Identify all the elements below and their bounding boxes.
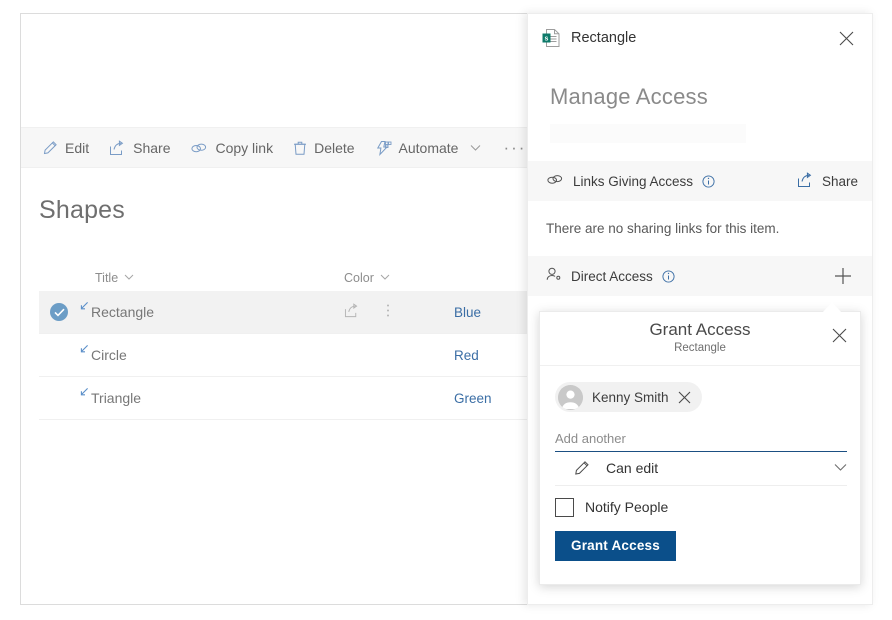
column-header-color-label: Color bbox=[344, 271, 374, 285]
chevron-down-icon bbox=[124, 272, 134, 284]
screen: Edit Share Copy link Delete Automate ···… bbox=[0, 0, 892, 620]
row-title-cell[interactable]: Triangle bbox=[79, 388, 344, 406]
row-title-label: Circle bbox=[91, 347, 127, 363]
links-share-button[interactable]: Share bbox=[797, 171, 858, 191]
share-icon[interactable] bbox=[344, 303, 360, 321]
command-share-label: Share bbox=[133, 139, 171, 156]
automate-icon bbox=[375, 140, 392, 156]
column-header-color[interactable]: Color bbox=[344, 271, 390, 285]
grant-access-button[interactable]: Grant Access bbox=[555, 530, 676, 561]
remove-recipient-icon[interactable] bbox=[678, 391, 691, 404]
no-sharing-links-note: There are no sharing links for this item… bbox=[546, 221, 780, 236]
plus-icon bbox=[835, 268, 851, 284]
row-selection-cell[interactable] bbox=[39, 303, 79, 321]
share-icon bbox=[109, 139, 126, 156]
person-icon bbox=[546, 267, 562, 285]
grant-access-dialog: Grant Access Rectangle Kenny Smith Add a… bbox=[539, 311, 861, 585]
add-another-input[interactable]: Add another bbox=[555, 431, 847, 452]
notify-people-checkbox[interactable] bbox=[555, 497, 574, 517]
row-title-cell[interactable]: Rectangle bbox=[79, 302, 344, 320]
panel-file-name: Rectangle bbox=[571, 30, 637, 46]
permission-dropdown[interactable]: Can edit bbox=[555, 452, 847, 486]
column-header-title[interactable]: Title bbox=[39, 271, 344, 285]
command-copy-link-label: Copy link bbox=[215, 139, 274, 156]
trash-icon bbox=[293, 140, 307, 156]
chevron-down-icon bbox=[380, 272, 390, 284]
permission-value: Can edit bbox=[606, 460, 659, 476]
command-delete-label: Delete bbox=[314, 139, 355, 156]
command-automate[interactable]: Automate bbox=[366, 135, 491, 161]
command-copy-link[interactable]: Copy link bbox=[181, 135, 282, 161]
notify-people-row[interactable]: Notify People bbox=[555, 497, 845, 517]
info-icon[interactable] bbox=[702, 174, 715, 188]
pencil-icon bbox=[42, 140, 58, 156]
row-color-cell[interactable]: Blue bbox=[454, 305, 481, 320]
grant-access-subtitle: Rectangle bbox=[674, 342, 726, 354]
command-automate-label: Automate bbox=[398, 139, 459, 156]
command-share[interactable]: Share bbox=[100, 135, 179, 161]
grant-access-header: Grant Access Rectangle bbox=[540, 312, 860, 366]
links-giving-access-label-group: Links Giving Access bbox=[546, 173, 797, 189]
chevron-down-icon bbox=[470, 144, 481, 152]
svg-text:s: s bbox=[545, 35, 549, 42]
links-giving-access-label: Links Giving Access bbox=[573, 173, 694, 189]
row-title-label: Triangle bbox=[91, 390, 142, 406]
close-icon[interactable] bbox=[832, 24, 860, 52]
add-direct-access-button[interactable] bbox=[828, 261, 858, 291]
shared-indicator-icon bbox=[78, 299, 90, 315]
grant-access-titles: Grant Access Rectangle bbox=[540, 320, 860, 354]
panel-heading: Manage Access bbox=[550, 84, 708, 109]
row-actions-cell bbox=[344, 303, 454, 321]
recipient-pill[interactable]: Kenny Smith bbox=[555, 382, 702, 412]
direct-access-header: Direct Access bbox=[528, 256, 872, 296]
kebab-icon[interactable] bbox=[386, 303, 390, 321]
close-icon[interactable] bbox=[826, 322, 852, 348]
panel-header: s Rectangle bbox=[528, 14, 872, 62]
person-avatar-icon bbox=[558, 384, 583, 410]
panel-placeholder-bar bbox=[550, 124, 746, 143]
shared-indicator-icon bbox=[78, 342, 90, 358]
sharepoint-list-item-icon: s bbox=[542, 28, 561, 48]
checkmark-icon bbox=[50, 303, 68, 321]
row-color-cell[interactable]: Green bbox=[454, 391, 492, 406]
link-icon bbox=[190, 140, 208, 156]
pencil-icon bbox=[573, 460, 590, 477]
direct-access-label-group: Direct Access bbox=[546, 267, 828, 285]
links-share-label: Share bbox=[821, 173, 858, 189]
column-header-title-label: Title bbox=[95, 271, 119, 285]
grant-access-body: Kenny Smith Add another Can edit Notify … bbox=[540, 366, 860, 561]
share-icon bbox=[797, 171, 814, 191]
grant-access-title: Grant Access bbox=[649, 320, 751, 339]
info-icon[interactable] bbox=[662, 269, 675, 283]
row-title-cell[interactable]: Circle bbox=[79, 345, 344, 363]
row-color-cell[interactable]: Red bbox=[454, 348, 479, 363]
direct-access-label: Direct Access bbox=[571, 268, 653, 284]
links-giving-access-header: Links Giving Access Share bbox=[528, 161, 872, 201]
command-edit-label: Edit bbox=[65, 139, 90, 156]
chevron-down-icon bbox=[834, 459, 847, 477]
notify-people-label: Notify People bbox=[585, 499, 669, 515]
row-title-label: Rectangle bbox=[91, 304, 155, 320]
recipient-name: Kenny Smith bbox=[592, 389, 669, 405]
shared-indicator-icon bbox=[78, 385, 90, 401]
command-edit[interactable]: Edit bbox=[33, 135, 98, 161]
command-delete[interactable]: Delete bbox=[284, 135, 363, 161]
link-icon bbox=[546, 173, 564, 189]
